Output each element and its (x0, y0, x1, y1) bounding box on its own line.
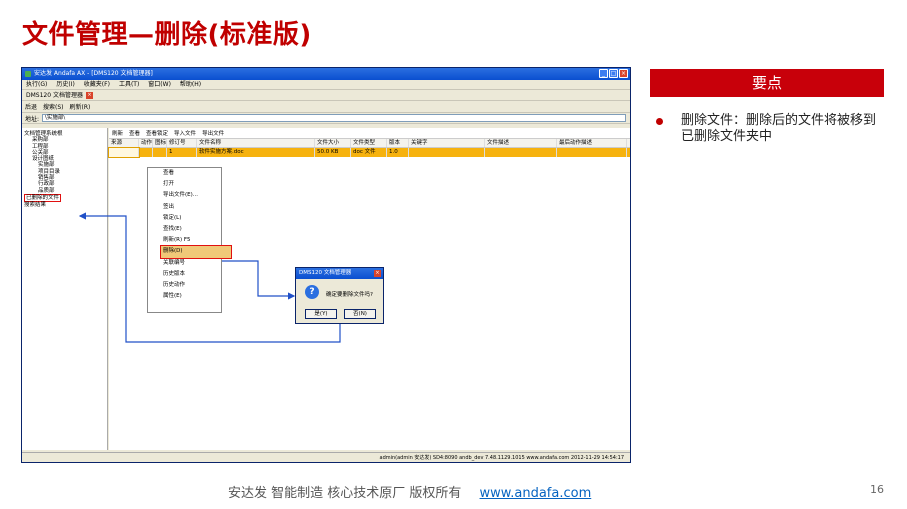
footer: 安达发 智能制造 核心技术原厂 版权所有 www.andafa.com (228, 482, 591, 501)
footer-text: 安达发 智能制造 核心技术原厂 版权所有 (228, 486, 462, 501)
menu-item[interactable]: 收藏夹(F) (84, 80, 110, 89)
menu-item-refresh[interactable]: 刷新(R) F5 (163, 235, 221, 246)
menu-item[interactable]: 窗口(W) (148, 80, 171, 89)
dialog-title: DMS120 文档管理器 (299, 270, 352, 276)
column-header[interactable]: 关键字 (409, 139, 485, 147)
address-label: 地址: (25, 115, 40, 123)
column-header[interactable]: 修订号 (167, 139, 197, 147)
menu-item-view[interactable]: 查看 (163, 168, 221, 179)
column-header[interactable]: 图标 (153, 139, 167, 147)
status-bar: admin(admin 安达发) SD4:8090 andb_dev 7.48.… (22, 452, 630, 462)
table-header: 来源 动作 图标 修订号 文件名称 文件大小 文件类型 版本 关键字 文件描述 … (109, 139, 630, 148)
menu-item-history-version[interactable]: 历史版本 (163, 269, 221, 280)
folder-tree: 文档管理系统根 采购部 工程部 公关部 设计图纸 实施部 项目目录 销售部 行政… (22, 128, 108, 450)
bullet-text: 删除文件：删除后的文件将被移到已删除文件夹中 (681, 113, 877, 144)
window-title: 安达发 Andafa AX - [DMS120 文档管理器] (34, 70, 153, 77)
bullet-list: 删除文件：删除后的文件将被移到已删除文件夹中 (656, 113, 886, 145)
column-header[interactable]: 文件类型 (351, 139, 387, 147)
column-header[interactable]: 文件描述 (485, 139, 557, 147)
import-file-button[interactable]: 导入文件 (174, 129, 196, 137)
cell-version: 1.0 (387, 148, 409, 157)
key-points-banner: 要点 (650, 69, 884, 97)
toolbar: 后退 搜索(S) 刷新(R) (22, 101, 630, 113)
maximize-icon[interactable]: □ (609, 69, 618, 78)
column-header[interactable]: 文件大小 (315, 139, 351, 147)
view-button[interactable]: 查看 (129, 129, 140, 137)
column-header[interactable]: 文件名称 (197, 139, 315, 147)
tree-item[interactable]: 搜索结果 (24, 202, 105, 208)
column-header[interactable]: 动作 (139, 139, 153, 147)
menu-item-properties[interactable]: 属性(E) (163, 291, 221, 302)
minimize-icon[interactable]: _ (599, 69, 608, 78)
menu-item-open[interactable]: 打开 (163, 179, 221, 190)
page-number: 16 (870, 483, 884, 496)
menu-item-lock[interactable]: 锁定(L) (163, 213, 221, 224)
context-menu: 查看 打开 导出文件(E)... 签出 锁定(L) 查找(E) 刷新(R) F5… (147, 167, 232, 313)
yes-button[interactable]: 是(Y) (305, 309, 337, 319)
window-titlebar: 安达发 Andafa AX - [DMS120 文档管理器] _ □ × (22, 68, 630, 80)
app-icon (25, 71, 31, 77)
menu-bar: 执行(G) 历史(I) 收藏夹(F) 工具(T) 窗口(W) 帮助(H) (22, 80, 630, 90)
cell-filename: 软件实施方案.doc (197, 148, 315, 157)
column-header[interactable]: 版本 (387, 139, 409, 147)
document-tab-bar: DMS120 文档管理器 × (22, 90, 630, 101)
dialog-close-icon[interactable]: × (374, 270, 381, 277)
address-input[interactable]: \实施部\ (42, 114, 627, 122)
cell-size: 50.0 KB (315, 148, 351, 157)
address-bar: 地址: \实施部\ (22, 113, 630, 124)
menu-item-checkout[interactable]: 签出 (163, 202, 221, 213)
menu-item-link-number[interactable]: 关联编号 (163, 258, 221, 269)
export-file-button[interactable]: 导出文件 (202, 129, 224, 137)
bullet-dot-icon (656, 118, 663, 125)
search-button[interactable]: 搜索(S) (43, 102, 64, 111)
menu-item[interactable]: 历史(I) (56, 80, 74, 89)
menu-item-delete[interactable]: 删除(D) (160, 245, 232, 259)
column-header[interactable]: 最后动作描述 (557, 139, 627, 147)
menu-item-find[interactable]: 查找(E) (163, 224, 221, 235)
slide-title: 文件管理—删除(标准版) (22, 20, 312, 50)
refresh-button[interactable]: 刷新(R) (70, 102, 91, 111)
confirm-delete-dialog: DMS120 文档管理器 × ? 确定要删除文件吗? 是(Y) 否(N) (295, 267, 384, 324)
cell-revision: 1 (167, 148, 197, 157)
question-icon: ? (305, 285, 319, 299)
menu-item[interactable]: 执行(G) (26, 80, 47, 89)
no-button[interactable]: 否(N) (344, 309, 376, 319)
content-toolbar: 刷新 查看 查看锁定 导入文件 导出文件 (109, 128, 630, 139)
close-tab-icon[interactable]: × (85, 91, 93, 99)
website-link[interactable]: www.andafa.com (480, 486, 592, 501)
menu-item[interactable]: 工具(T) (119, 80, 139, 89)
tab-dms[interactable]: DMS120 文档管理器 (26, 90, 83, 101)
app-screenshot: 安达发 Andafa AX - [DMS120 文档管理器] _ □ × 执行(… (21, 67, 631, 463)
table-row[interactable]: 1 软件实施方案.doc 50.0 KB doc 文件 1.0 (108, 147, 630, 158)
column-header[interactable]: 来源 (109, 139, 139, 147)
dialog-titlebar: DMS120 文档管理器 × (296, 268, 383, 279)
menu-item-export[interactable]: 导出文件(E)... (163, 190, 221, 201)
cell-type: doc 文件 (351, 148, 387, 157)
dialog-message: 确定要删除文件吗? (326, 292, 373, 298)
menu-item[interactable]: 帮助(H) (180, 80, 201, 89)
refresh-button[interactable]: 刷新 (112, 129, 123, 137)
close-icon[interactable]: × (619, 69, 628, 78)
view-locked-button[interactable]: 查看锁定 (146, 129, 168, 137)
back-button[interactable]: 后退 (25, 102, 37, 111)
menu-item-history-action[interactable]: 历史动作 (163, 280, 221, 291)
